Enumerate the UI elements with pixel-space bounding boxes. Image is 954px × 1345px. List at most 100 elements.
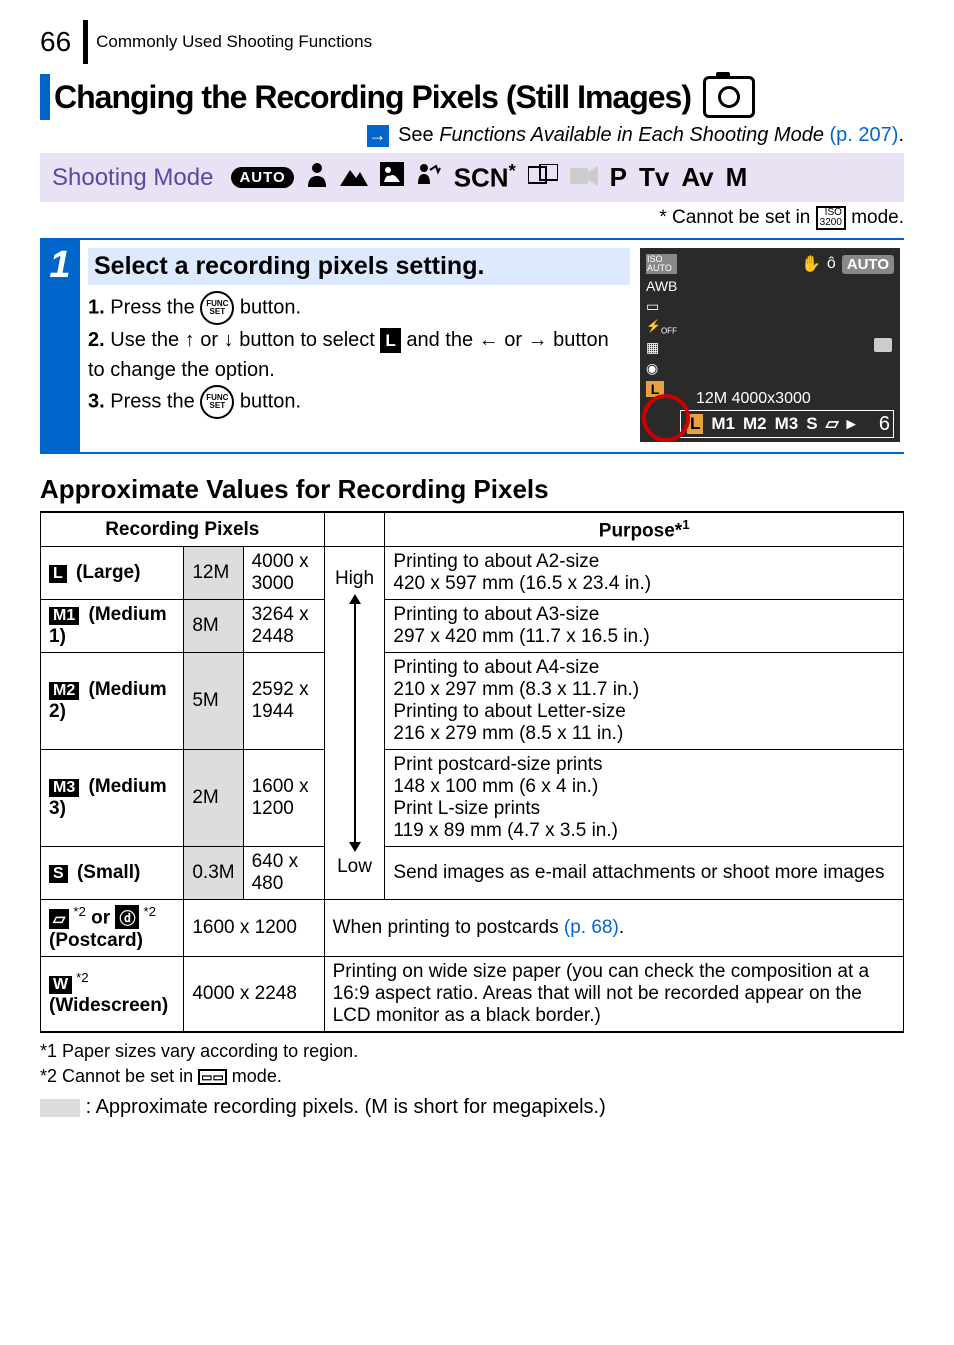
step-item-num: 1. [88, 296, 105, 318]
purpose-cell: Print postcard-size prints 148 x 100 mm … [385, 750, 904, 847]
w-badge: W [49, 976, 72, 994]
size-m2-option: M2 [743, 414, 767, 434]
func-set-button-icon: FUNC SET [200, 385, 234, 419]
page-header: 66 Commonly Used Shooting Functions [40, 20, 904, 64]
arrow-down-icon: ↓ [224, 329, 234, 351]
resolution-cell: 640 x 480 [243, 847, 324, 900]
megapixels-cell: 5M [184, 653, 243, 750]
footnote-3: : Approximate recording pixels. (M is sh… [40, 1093, 904, 1121]
m3-badge: M3 [49, 779, 79, 797]
purpose-cell: Printing on wide size paper (you can che… [324, 956, 903, 1032]
section-title: Changing the Recording Pixels (Still Ima… [54, 79, 691, 116]
postcard-option-icon: ▱ [826, 414, 839, 434]
tv-mode-text: Tv [639, 162, 669, 193]
step-item-suffix: button. [240, 296, 301, 318]
table-row: M2 (Medium 2) [41, 653, 184, 750]
megapixels-cell: 2M [184, 750, 243, 847]
shooting-mode-label: Shooting Mode [52, 164, 213, 192]
postcard-icon: ▱ [49, 909, 69, 929]
func-set-button-icon: FUNC SET [200, 291, 234, 325]
battery-icon [874, 338, 892, 352]
gray-swatch-icon [40, 1099, 80, 1117]
high-low-arrow [354, 596, 356, 850]
shooting-mode-box: Shooting Mode AUTO SCN* P Tv [40, 153, 904, 202]
purpose-cell: Printing to about A3-size 297 x 420 mm (… [385, 600, 904, 653]
m2-badge: M2 [49, 682, 79, 700]
resolution-cell: 1600 x 1200 [243, 750, 324, 847]
night-icon [380, 162, 404, 193]
step-number: 1 [40, 240, 80, 452]
is-icon: ✋ [801, 254, 821, 274]
date-stamp-icon: ⓓ [115, 905, 139, 929]
see-text: Functions Available in Each Shooting Mod… [439, 124, 824, 146]
auto-mode-badge: AUTO [842, 255, 894, 274]
mode-footnote-suffix: mode. [851, 207, 904, 228]
metering-icon: ▦ [646, 339, 677, 356]
table-header-recording-pixels: Recording Pixels [41, 512, 325, 547]
iso-3200-icon: ISO 3200 [816, 206, 846, 230]
step-instructions: 1. Press the FUNC SET button. 2. Use the… [88, 291, 630, 419]
resolution-readout: 12M 4000x3000 [696, 390, 811, 408]
page-link[interactable]: (p. 68) [564, 917, 619, 938]
resolution-cell: 3264 x 2448 [243, 600, 324, 653]
see-page-ref[interactable]: (p. 207) [830, 124, 899, 146]
step-1-section: 1 Select a recording pixels setting. 1. … [40, 238, 904, 454]
arrow-right-icon: → [367, 125, 389, 147]
highlight-circle [642, 394, 690, 442]
landscape-icon [340, 162, 368, 193]
m-mode-text: M [726, 162, 748, 193]
table-row: M1 (Medium 1) [41, 600, 184, 653]
step-item-num: 2. [88, 329, 105, 351]
arrow-right-icon: → [528, 329, 548, 351]
mode-footnote-text: * Cannot be set in [659, 207, 815, 228]
resolution-cell: 4000 x 2248 [184, 956, 324, 1032]
resolution-cell: 2592 x 1944 [243, 653, 324, 750]
high-label: High [335, 568, 374, 590]
header-divider [83, 20, 88, 64]
recording-pixels-table: Recording Pixels Purpose*1 L (Large) 12M… [40, 511, 904, 1033]
purpose-cell: Send images as e-mail attachments or sho… [385, 847, 904, 900]
kids-pets-icon [416, 162, 442, 193]
step-item-text: Press the [110, 296, 200, 318]
purpose-cell: Printing to about A2-size 420 x 597 mm (… [385, 547, 904, 600]
more-arrow-icon: ▸ [847, 414, 856, 434]
camera-lcd-screenshot: ISO AUTO AWB ▭ ⚡OFF ▦ ◉ L ✋ ô AUTO 12M 4… [640, 248, 900, 442]
iso-auto-icon: ISO AUTO [646, 254, 677, 274]
arrow-left-icon: ← [479, 329, 499, 351]
see-period: . [898, 124, 904, 146]
table-row: L (Large) [41, 547, 184, 600]
l-badge: L [49, 565, 67, 583]
scn-mode-text: SCN* [454, 161, 516, 194]
table-row: ▱*2 or ⓓ*2(Postcard) [41, 900, 184, 956]
p-mode-text: P [610, 162, 627, 193]
l-badge-icon: L [380, 328, 400, 354]
portrait-icon [306, 161, 328, 194]
header-section-title: Commonly Used Shooting Functions [96, 32, 372, 52]
camera-icon [703, 76, 755, 118]
purpose-cell: When printing to postcards (p. 68). [324, 900, 903, 956]
stitch-icon [528, 162, 558, 193]
drive-single-icon: ▭ [646, 298, 677, 315]
av-mode-text: Av [681, 162, 713, 193]
resolution-cell: 1600 x 1200 [184, 900, 324, 956]
compression-icon: ◉ [646, 360, 677, 377]
table-row: S (Small) [41, 847, 184, 900]
footnote-2: *2 Cannot be set in ▭▭ mode. [40, 1064, 904, 1089]
resolution-cell: 4000 x 3000 [243, 547, 324, 600]
auto-badge-icon: AUTO [231, 167, 293, 188]
size-option-bar: L M1 M2 M3 S ▱ ▸ [680, 410, 894, 438]
low-label: Low [337, 856, 372, 878]
purpose-cell: Printing to about A4-size 210 x 297 mm (… [385, 653, 904, 750]
section-title-bar: Changing the Recording Pixels (Still Ima… [40, 74, 904, 120]
megapixels-cell: 12M [184, 547, 243, 600]
mode-footnote: * Cannot be set in ISO 3200 mode. [40, 206, 904, 230]
section-accent [40, 74, 50, 120]
orientation-icon: ô [827, 255, 836, 273]
step-title: Select a recording pixels setting. [88, 248, 630, 285]
megapixels-cell: 0.3M [184, 847, 243, 900]
shots-remaining: 6 [879, 413, 890, 436]
table-header-purpose: Purpose*1 [385, 512, 904, 547]
arrow-up-icon: ↑ [185, 329, 195, 351]
table-row: W*2(Widescreen) [41, 956, 184, 1032]
size-m1-option: M1 [711, 414, 735, 434]
